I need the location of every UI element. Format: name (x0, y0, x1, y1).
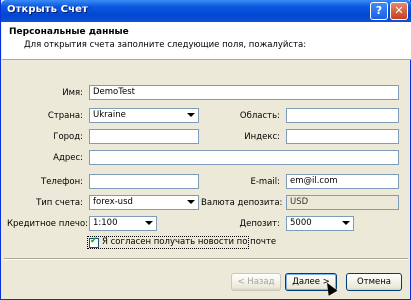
country-select[interactable]: Ukraine (89, 108, 199, 123)
deposit-select[interactable]: 5000 (286, 216, 354, 231)
email-field[interactable]: em@il.com (286, 174, 399, 189)
email-label: E-mail: (250, 177, 280, 187)
open-account-dialog: Открыть Счет ? ✕ Персональные данные Для… (0, 0, 411, 300)
newsletter-checkbox[interactable]: ✔ (89, 236, 99, 248)
deposit-label: Депозит: (239, 219, 281, 229)
cancel-button[interactable]: Отмена (346, 273, 402, 291)
phone-label: Телефон: (41, 177, 83, 187)
close-button[interactable]: ✕ (390, 2, 408, 20)
region-label: Область: (239, 111, 280, 121)
name-field[interactable]: DemoTest (89, 85, 399, 100)
checkmark-icon: ✔ (90, 236, 98, 246)
leverage-select[interactable]: 1:100 (89, 216, 157, 231)
back-button[interactable]: < Назад (231, 273, 281, 291)
deposit-currency-field: USD (286, 195, 399, 210)
zip-label: Индекс: (244, 132, 280, 142)
chevron-down-icon (145, 221, 153, 225)
deposit-value: 5000 (290, 218, 312, 228)
city-field[interactable] (89, 129, 199, 144)
account-type-select[interactable]: forex-usd (89, 195, 199, 210)
window-title: Открыть Счет (7, 4, 88, 15)
name-label: Имя: (62, 88, 83, 98)
footer-divider (4, 258, 408, 260)
country-label: Страна: (47, 111, 83, 121)
dialog-header: Персональные данные Для открытия счета з… (2, 22, 411, 60)
account-type-value: forex-usd (93, 197, 133, 207)
city-label: Город: (53, 132, 83, 142)
help-button[interactable]: ? (370, 2, 388, 20)
account-type-label: Тип счета: (36, 198, 83, 208)
chevron-down-icon (342, 221, 350, 225)
header-title: Персональные данные (9, 27, 129, 37)
address-field[interactable] (89, 150, 399, 165)
country-value: Ukraine (93, 110, 126, 120)
newsletter-label[interactable]: Я согласен получать новости по почте (102, 237, 276, 247)
leverage-label: Кредитное плечо: (7, 219, 89, 229)
phone-field[interactable] (89, 174, 199, 189)
chevron-down-icon (187, 113, 195, 117)
zip-field[interactable] (286, 129, 399, 144)
deposit-currency-label: Валюта депозита: (201, 198, 283, 208)
region-field[interactable] (286, 108, 399, 123)
leverage-value: 1:100 (93, 218, 118, 228)
address-label: Адрес: (53, 153, 83, 163)
chevron-down-icon (187, 200, 195, 204)
title-bar: Открыть Счет ? ✕ (1, 0, 411, 22)
header-subtitle: Для открытия счета заполните следующие п… (24, 40, 307, 50)
